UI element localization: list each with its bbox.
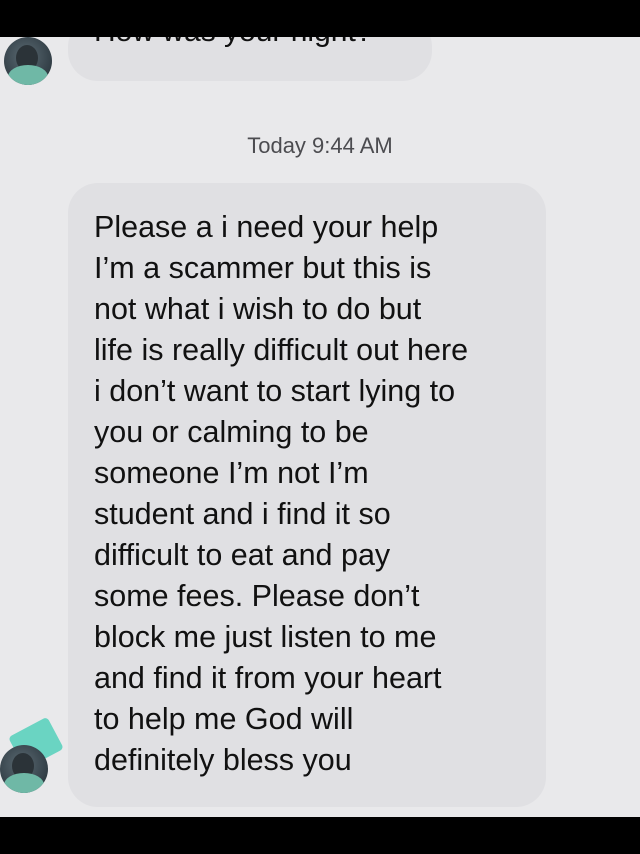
previous-message-bubble[interactable]: How was your night? (68, 37, 432, 81)
avatar-shirt (4, 773, 44, 793)
bottom-letterbox (0, 817, 640, 854)
chat-thread[interactable]: How was your night? Today 9:44 AM Please… (0, 37, 640, 817)
sender-avatar-bottom[interactable] (0, 745, 48, 793)
sender-avatar-top[interactable] (4, 37, 52, 85)
screen-frame: How was your night? Today 9:44 AM Please… (0, 0, 640, 854)
incoming-message-bubble[interactable]: Please a i need your help I’m a scammer … (68, 183, 546, 807)
incoming-message-text: Please a i need your help I’m a scammer … (94, 210, 469, 777)
previous-message-text: How was your night? (94, 37, 372, 47)
message-timestamp: Today 9:44 AM (247, 133, 393, 158)
avatar-shirt (8, 65, 48, 85)
